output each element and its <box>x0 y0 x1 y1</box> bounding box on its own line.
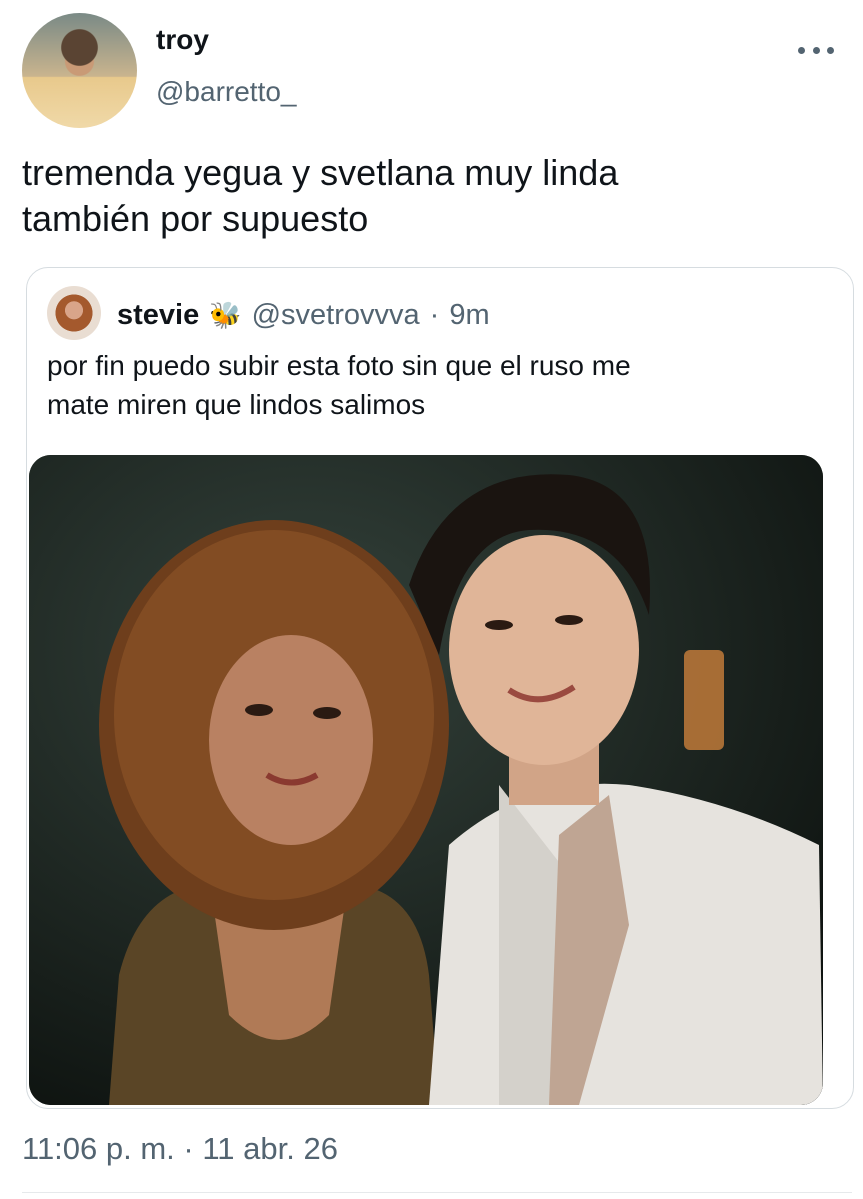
tweet-timestamp[interactable]: 11:06 p. m. · 11 abr. 26 <box>22 1131 338 1167</box>
tweet-card[interactable]: troy @barretto_ tremenda yegua y svetlan… <box>0 0 863 1199</box>
quoted-header: stevie 🐝 @svetrovvva · 9m <box>117 298 490 332</box>
quoted-text: por fin puedo subir esta foto sin que el… <box>47 350 631 420</box>
tweet-text: tremenda yegua y svetlana muy linda tamb… <box>22 152 619 239</box>
divider <box>22 1192 852 1193</box>
more-dot <box>812 46 820 54</box>
author-display-name[interactable]: troy <box>156 24 209 56</box>
more-dot <box>798 46 805 54</box>
quoted-author-handle[interactable]: @svetrovvva <box>252 299 420 332</box>
more-dot <box>827 46 834 54</box>
quoted-author-avatar[interactable] <box>47 286 101 340</box>
quoted-time[interactable]: 9m <box>449 299 489 332</box>
photo-illustration <box>29 455 823 1105</box>
bee-emoji-icon: 🐝 <box>209 299 242 330</box>
more-options-icon[interactable] <box>798 38 834 62</box>
author-avatar[interactable] <box>22 13 137 128</box>
quoted-separator: · <box>429 298 440 331</box>
quoted-author-name[interactable]: stevie <box>117 299 199 332</box>
quoted-tweet[interactable]: stevie 🐝 @svetrovvva · 9m por fin puedo … <box>26 267 854 1109</box>
author-handle[interactable]: @barretto_ <box>156 76 297 108</box>
quoted-photo[interactable] <box>29 455 823 1105</box>
